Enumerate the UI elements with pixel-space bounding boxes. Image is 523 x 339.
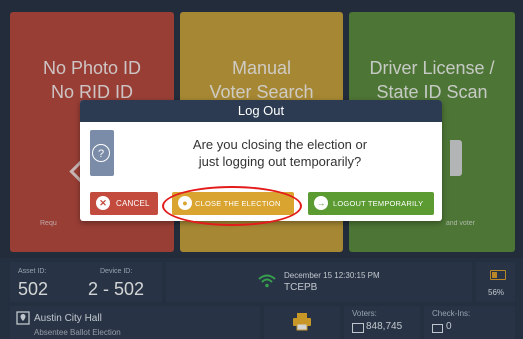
x-circle-icon: ✕ [96,196,110,210]
logout-icon: → [314,196,328,210]
close-election-label: CLOSE THE ELECTION [195,199,281,208]
battery-panel: 56% [476,262,515,302]
driver-license-scan-title: Driver License / State ID Scan [369,58,495,102]
lock-icon: ● [178,196,192,210]
printer-icon[interactable] [292,313,312,331]
datetime-panel: December 15 12:30:15 PM TCEPB [166,262,472,302]
logout-temporarily-label: LOGOUT TEMPORARILY [333,199,424,208]
location-subtitle: Absentee Ballot Election [34,328,121,337]
wifi-icon [258,274,276,288]
dialog-message: Are you closing the election or just log… [192,137,368,169]
voters-panel: Voters: 848,745 [344,306,420,339]
network-name: TCEPB [284,282,318,293]
battery-icon [490,270,506,280]
map-pin-icon [16,311,30,325]
manual-voter-search-title: Manual Voter Search [209,58,314,102]
checkins-panel: Check-Ins: 0 [424,306,515,339]
checkins-label: Check-Ins: [432,309,471,318]
device-info-panel: Asset ID: 502 Device ID: 2 - 502 [10,262,162,302]
checkins-count: 0 [446,321,452,332]
dialog-title: Log Out [80,100,442,122]
voters-label: Voters: [352,309,377,318]
device-id-value: 2 - 502 [88,279,145,299]
asset-id-value: 502 [18,279,49,299]
question-circle-icon: ? [92,144,110,162]
battery-percent: 56% [488,288,505,297]
logout-dialog: Log Out ? Are you closing the election o… [80,100,442,221]
asset-id-label: Asset ID: [18,268,47,275]
device-id-label: Device ID: [100,268,133,275]
scan-card-graphic [450,140,462,176]
help-panel: ? [90,130,114,176]
datetime-text: December 15 12:30:15 PM [284,271,380,280]
id-card-icon [352,323,364,333]
printer-panel[interactable] [264,306,340,339]
close-election-button[interactable]: ● CLOSE THE ELECTION [172,192,294,215]
location-panel: Austin City Hall Absentee Ballot Electio… [10,306,260,339]
cancel-button[interactable]: ✕ CANCEL [90,192,158,215]
cancel-label: CANCEL [116,199,150,208]
checkin-icon [432,324,443,333]
no-photo-id-title: No Photo ID No RID ID [42,58,142,102]
voters-count: 848,745 [366,321,403,332]
logout-temporarily-button[interactable]: → LOGOUT TEMPORARILY [308,192,434,215]
location-name: Austin City Hall [34,313,102,324]
